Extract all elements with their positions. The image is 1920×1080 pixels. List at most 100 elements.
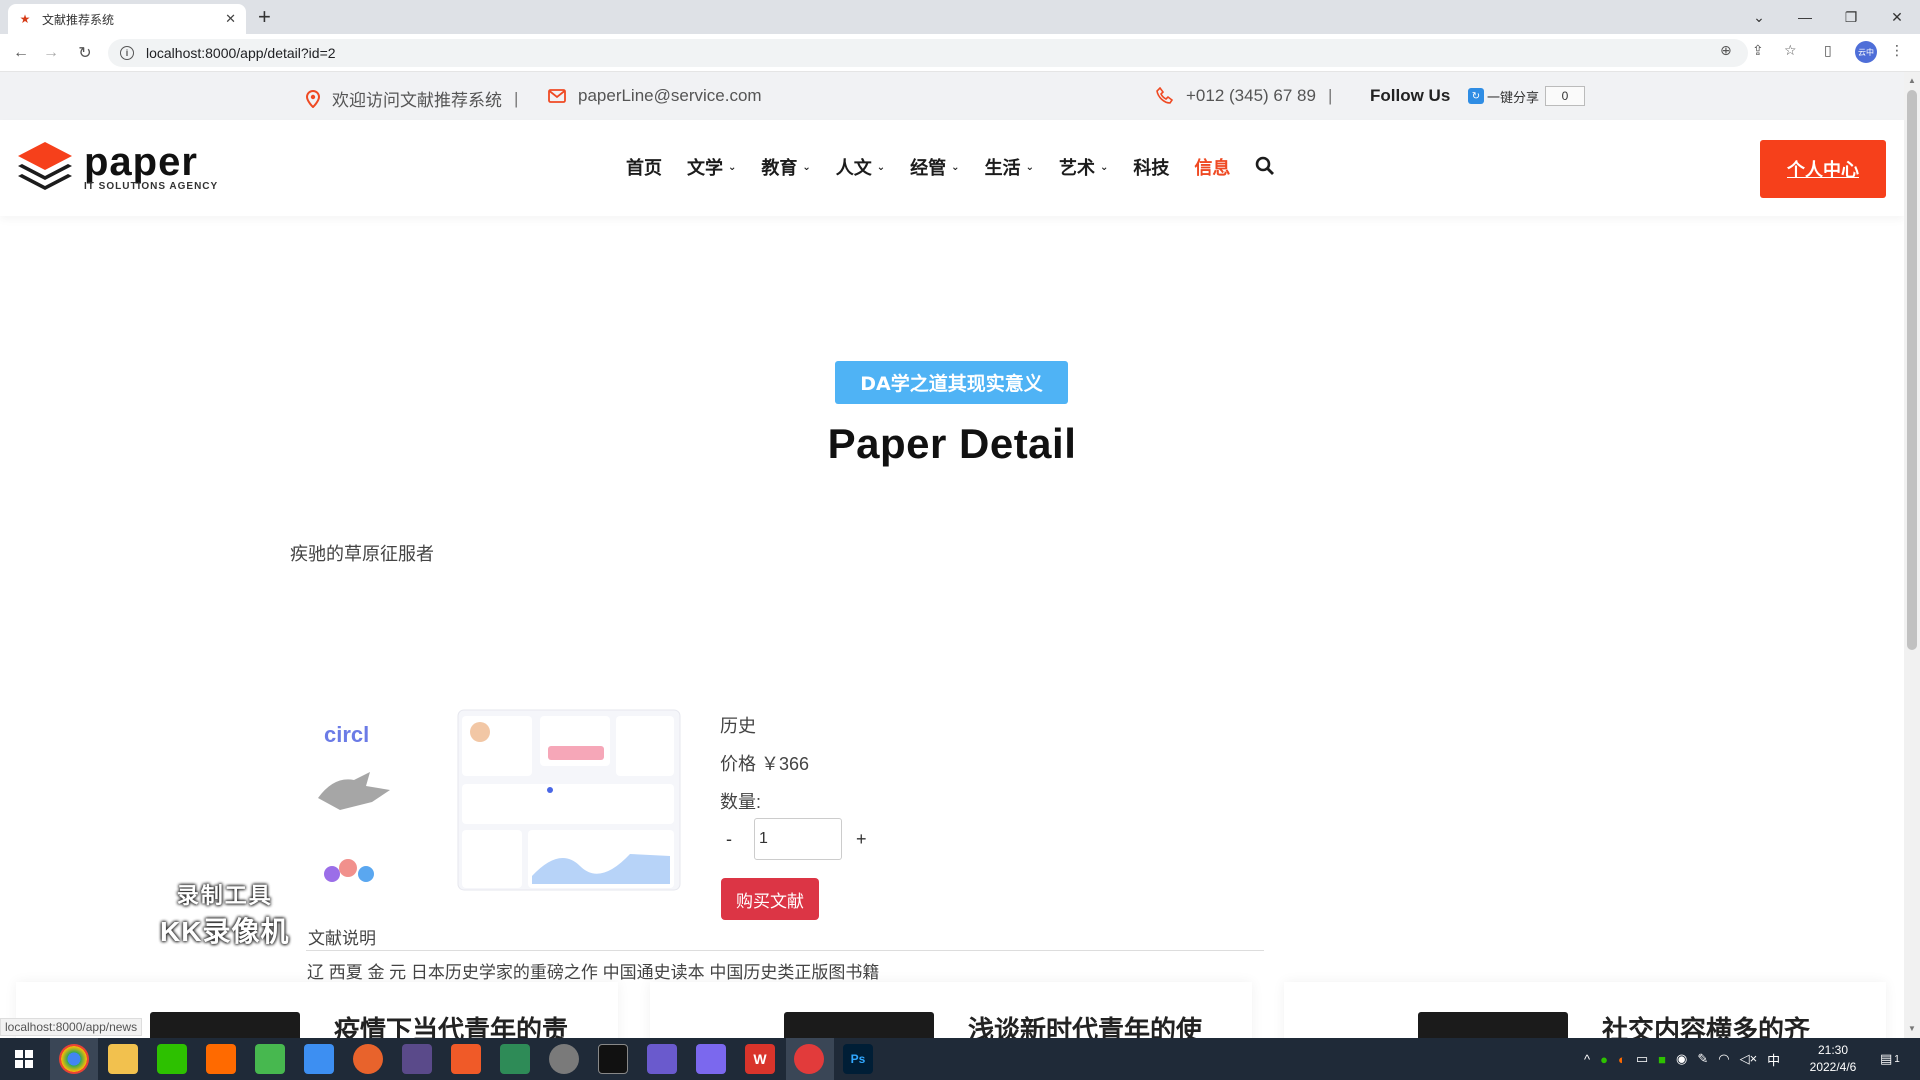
taskbar-clock[interactable]: 21:30 2022/4/6 (1798, 1042, 1868, 1076)
nav-item-management[interactable]: 经管 ⌄ (910, 154, 959, 180)
quantity-minus-button[interactable]: - (726, 829, 756, 850)
site-favicon-icon: ★ (19, 12, 31, 26)
quantity-input[interactable]: 1 (754, 818, 842, 860)
page-title: Paper Detail (827, 420, 1077, 467)
watermark-line1: 录制工具 (176, 883, 273, 908)
notification-icon[interactable]: ▤ (1880, 1051, 1892, 1067)
file-explorer-icon[interactable] (108, 1044, 138, 1074)
share-icon[interactable]: ↻ (1468, 88, 1484, 104)
nav-item-humanities[interactable]: 人文 ⌄ (836, 154, 885, 180)
zoom-icon[interactable]: ⊕ (1720, 42, 1732, 59)
quantity-plus-button[interactable]: + (856, 829, 867, 850)
restore-button[interactable]: ❐ (1828, 0, 1874, 34)
phone-text[interactable]: +012 (345) 67 89 (1186, 86, 1316, 106)
recorder-watermark: 录制工具 KK录像机 (160, 878, 289, 950)
address-bar[interactable]: i localhost:8000/app/detail?id=2 (108, 39, 1748, 67)
chevron-down-icon: ⌄ (728, 161, 737, 173)
email-item[interactable]: paperLine@service.com (548, 86, 762, 106)
phone-item[interactable]: +012 (345) 67 89 | (1156, 86, 1332, 106)
app-icon-purple[interactable] (402, 1044, 432, 1074)
nav-item-literature[interactable]: 文学 ⌄ (687, 154, 736, 180)
profile-avatar[interactable]: 云中 (1855, 41, 1877, 63)
back-icon[interactable]: ← (10, 42, 32, 64)
browser-tab[interactable]: ★ 文献推荐系统 ✕ (8, 4, 246, 34)
system-tray: ^ ● ◐ ▭ ■ ◉ ✎ ◠ ◁× 中 (1584, 1038, 1780, 1080)
scroll-up-icon[interactable]: ▲ (1908, 76, 1916, 85)
scrollbar-thumb[interactable] (1907, 90, 1917, 650)
buy-paper-button[interactable]: 购买文献 (721, 878, 819, 920)
clock-date: 2022/4/6 (1809, 1060, 1857, 1074)
share-count: 0 (1545, 86, 1586, 106)
tray-search-icon[interactable]: ◐ (1618, 1052, 1626, 1067)
tray-battery-icon[interactable]: ■ (1658, 1052, 1666, 1067)
paper-category: 历史 (720, 716, 756, 736)
tray-app-icon[interactable]: ▭ (1636, 1051, 1648, 1067)
app-icon-orange[interactable] (353, 1044, 383, 1074)
chat-app-icon[interactable] (549, 1044, 579, 1074)
card-thumbnail (150, 1012, 300, 1038)
forward-icon[interactable]: → (40, 42, 62, 64)
tray-pen-icon[interactable]: ✎ (1697, 1051, 1708, 1067)
nav-item-technology[interactable]: 科技 (1133, 154, 1169, 180)
personal-center-button[interactable]: 个人中心 (1760, 140, 1886, 198)
clock-time: 21:30 (1817, 1043, 1849, 1057)
reload-icon[interactable]: ↻ (74, 42, 96, 64)
app-icon-green[interactable] (255, 1044, 285, 1074)
volume-muted-icon[interactable]: ◁× (1740, 1051, 1758, 1067)
app-icon-pen[interactable] (696, 1044, 726, 1074)
nav-item-life[interactable]: 生活 ⌄ (985, 154, 1034, 180)
photoshop-icon[interactable]: Ps (843, 1044, 873, 1074)
bookmark-star-icon[interactable]: ☆ (1784, 42, 1797, 59)
email-text[interactable]: paperLine@service.com (578, 86, 762, 106)
related-card[interactable]: 浅谈新时代青年的使 (650, 982, 1252, 1038)
chrome-icon[interactable] (59, 1044, 89, 1074)
nav-item-education[interactable]: 教育 ⌄ (761, 154, 810, 180)
tab-search-icon[interactable]: ⌄ (1736, 0, 1782, 34)
wechat-icon[interactable] (157, 1044, 187, 1074)
notepad-icon[interactable] (500, 1044, 530, 1074)
terminal-icon[interactable] (598, 1044, 628, 1074)
site-info-icon[interactable]: i (120, 46, 134, 60)
app-icon-red[interactable] (451, 1044, 481, 1074)
address-url[interactable]: localhost:8000/app/detail?id=2 (146, 45, 336, 61)
card-title[interactable]: 浅谈新时代青年的使 (968, 1010, 1202, 1038)
scroll-down-icon[interactable]: ▼ (1908, 1024, 1916, 1033)
wifi-icon[interactable]: ◠ (1718, 1051, 1729, 1067)
tray-expand-icon[interactable]: ^ (1584, 1052, 1590, 1067)
page-scrollbar[interactable]: ▲ ▼ (1904, 72, 1920, 1038)
app-icon-blue[interactable] (304, 1044, 334, 1074)
card-thumbnail (784, 1012, 934, 1038)
tray-qq-icon[interactable]: ◉ (1676, 1051, 1687, 1067)
new-tab-button[interactable]: + (258, 6, 271, 28)
share-label[interactable]: 一键分享 (1487, 87, 1539, 106)
related-card[interactable]: 社交内容横多的齐 (1284, 982, 1886, 1038)
wps-icon[interactable]: W (745, 1044, 775, 1074)
card-title[interactable]: 社交内容横多的齐 (1602, 1010, 1810, 1038)
share-widget[interactable]: ↻ 一键分享 0 (1468, 86, 1586, 106)
quantity-label: 数量: (720, 792, 762, 812)
search-icon[interactable] (1255, 156, 1277, 178)
top-info-bar: 欢迎访问文献推荐系统 | paperLine@service.com +012 … (0, 72, 1904, 120)
site-logo[interactable]: paper IT SOLUTIONS AGENCY (16, 140, 218, 196)
recorder-app-icon[interactable] (794, 1044, 824, 1074)
start-button[interactable] (0, 1038, 48, 1080)
browser-tab-strip: ★ 文献推荐系统 ✕ + ⌄ — ❐ ✕ (0, 0, 1920, 34)
separator: | (1327, 86, 1333, 105)
nav-item-art[interactable]: 艺术 ⌄ (1059, 154, 1108, 180)
card-title[interactable]: 疫情下当代青年的责 (334, 1010, 568, 1038)
notification-center[interactable]: ▤ 1 (1880, 1038, 1900, 1080)
search-app-icon[interactable] (206, 1044, 236, 1074)
nav-item-info[interactable]: 信息 (1194, 154, 1230, 180)
minimize-button[interactable]: — (1782, 0, 1828, 34)
tray-wechat-icon[interactable]: ● (1600, 1052, 1608, 1067)
side-panel-icon[interactable]: ▯ (1824, 42, 1832, 59)
main-nav: 首页 文学 ⌄ 教育 ⌄ 人文 ⌄ 经管 ⌄ 生活 ⌄ 艺术 ⌄ 科技 信息 (626, 154, 1277, 180)
tab-close-icon[interactable]: ✕ (225, 11, 236, 27)
window-close-button[interactable]: ✕ (1874, 0, 1920, 34)
nav-item-home[interactable]: 首页 (626, 154, 662, 180)
share-page-icon[interactable]: ⇪ (1752, 42, 1764, 59)
app-icon-mountain[interactable] (647, 1044, 677, 1074)
ime-indicator[interactable]: 中 (1767, 1050, 1780, 1069)
menu-dots-icon[interactable]: ⋮ (1890, 42, 1904, 59)
chevron-down-icon: ⌄ (802, 161, 811, 173)
